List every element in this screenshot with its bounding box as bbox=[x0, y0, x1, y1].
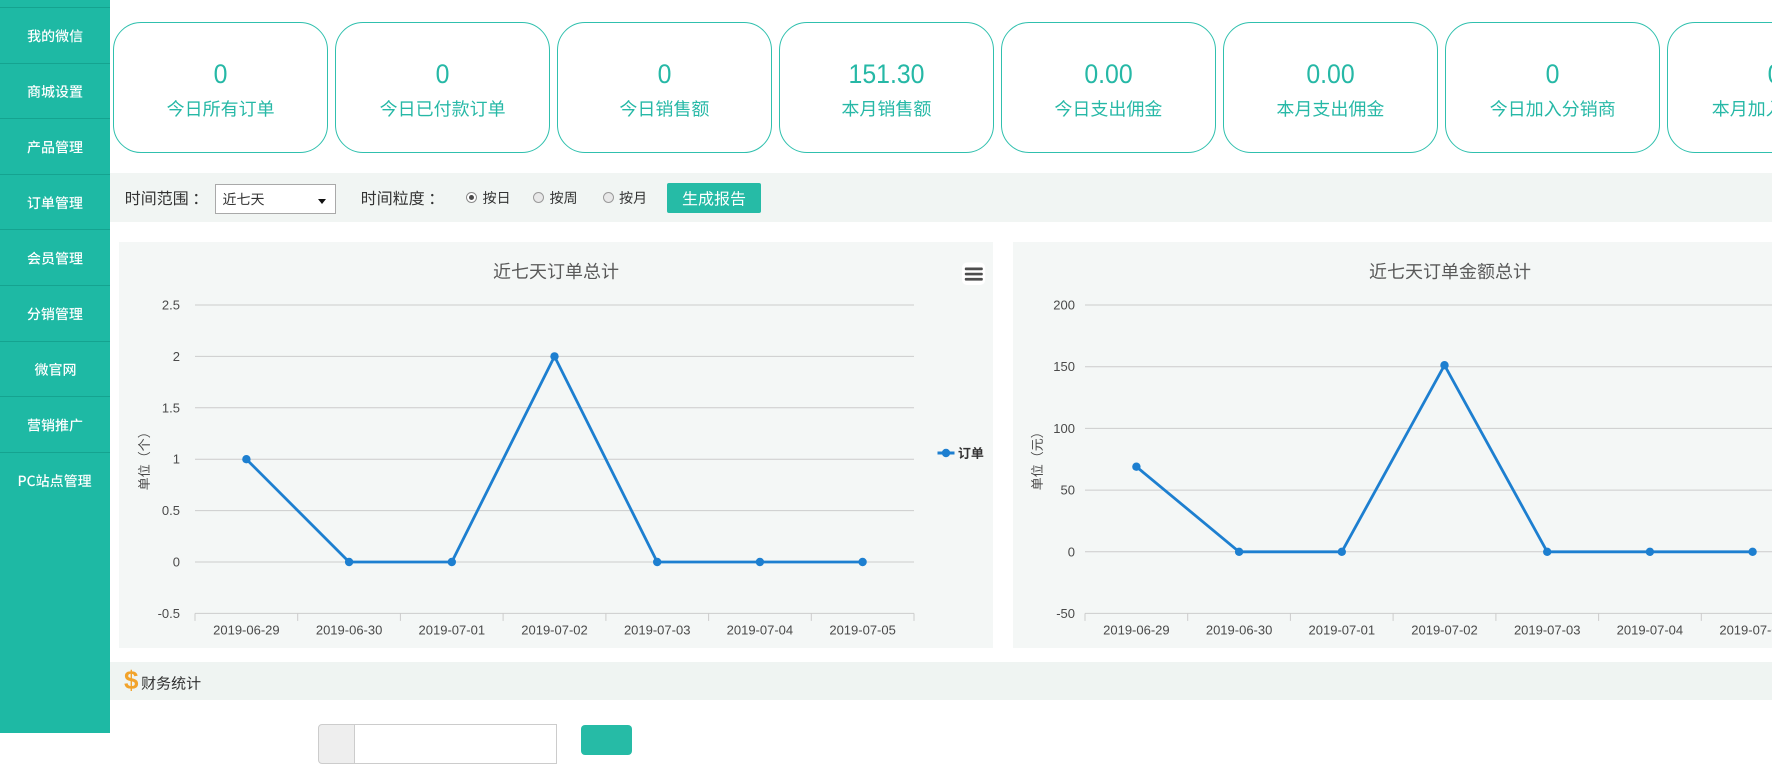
svg-text:1.5: 1.5 bbox=[162, 400, 180, 415]
svg-text:200: 200 bbox=[1053, 298, 1075, 313]
svg-text:2019-07-05: 2019-07-05 bbox=[1719, 623, 1772, 638]
svg-text:150: 150 bbox=[1053, 359, 1075, 374]
svg-text:2019-06-29: 2019-06-29 bbox=[1103, 623, 1170, 638]
svg-text:0.5: 0.5 bbox=[162, 503, 180, 518]
svg-text:-50: -50 bbox=[1056, 606, 1075, 621]
svg-text:0: 0 bbox=[1068, 544, 1075, 559]
svg-text:-0.5: -0.5 bbox=[158, 606, 180, 621]
svg-text:2019-07-03: 2019-07-03 bbox=[1514, 623, 1581, 638]
svg-text:2019-06-30: 2019-06-30 bbox=[1206, 623, 1273, 638]
svg-text:2: 2 bbox=[173, 349, 180, 364]
svg-text:50: 50 bbox=[1061, 483, 1075, 498]
svg-text:0: 0 bbox=[173, 555, 180, 570]
svg-text:2019-07-02: 2019-07-02 bbox=[1411, 623, 1478, 638]
svg-text:1: 1 bbox=[173, 452, 180, 467]
svg-text:2019-07-01: 2019-07-01 bbox=[1309, 623, 1376, 638]
svg-text:2019-07-02: 2019-07-02 bbox=[521, 623, 588, 638]
svg-text:2.5: 2.5 bbox=[162, 298, 180, 313]
svg-text:100: 100 bbox=[1053, 421, 1075, 436]
svg-text:2019-07-01: 2019-07-01 bbox=[419, 623, 486, 638]
svg-text:2019-06-30: 2019-06-30 bbox=[316, 623, 383, 638]
svg-text:2019-07-04: 2019-07-04 bbox=[1617, 623, 1684, 638]
svg-text:2019-06-29: 2019-06-29 bbox=[213, 623, 280, 638]
svg-text:2019-07-03: 2019-07-03 bbox=[624, 623, 691, 638]
svg-text:2019-07-05: 2019-07-05 bbox=[829, 623, 896, 638]
svg-text:2019-07-04: 2019-07-04 bbox=[727, 623, 794, 638]
